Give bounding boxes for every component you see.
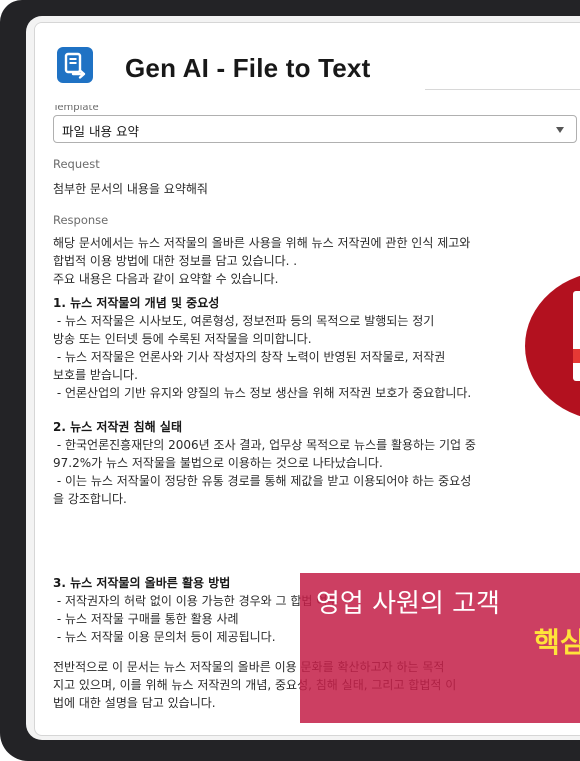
template-label: Template [53,105,99,113]
section2-heading: 2. 뉴스 저작권 침해 실태 [53,420,182,434]
file-badge [525,271,580,421]
caption-line1: 영업 사원의 고객 [316,589,500,619]
caption-overlay: 영업 사원의 고객 핵심 [300,573,580,723]
section3-heading: 3. 뉴스 저작물의 올바른 활용 방법 [53,576,231,590]
response-intro: 해당 문서에서는 뉴스 저작물의 올바른 사용을 위해 뉴스 저작권에 관한 인… [53,236,471,286]
response-label: Response [53,213,109,227]
caption-line2: 핵심 [534,626,580,659]
template-selected-value: 파일 내용 요약 [62,124,139,139]
section2-body: - 한국언론진흥재단의 2006년 조사 결과, 업무상 목적으로 뉴스를 활용… [53,438,476,506]
section1-heading: 1. 뉴스 저작물의 개념 및 중요성 [53,296,220,310]
section1-body: - 뉴스 저작물은 시사보도, 여론형성, 정보전파 등의 목적으로 발행되는 … [53,314,472,400]
chevron-down-icon [556,127,564,133]
template-select[interactable]: 파일 내용 요약 [53,115,577,143]
header-divider [425,89,580,90]
file-document-icon [573,291,580,381]
panel-header: Gen AI - File to Text [35,23,580,111]
app-title: Gen AI - File to Text [125,53,371,83]
section3-body: - 저작권자의 허락 없이 이용 가능한 경우와 그 합법 여부 - 뉴스 저작… [56,594,339,644]
document-arrow-icon [57,47,93,83]
request-text: 첨부한 문서의 내용을 요약해줘 [53,182,208,196]
request-label: Request [53,157,100,171]
